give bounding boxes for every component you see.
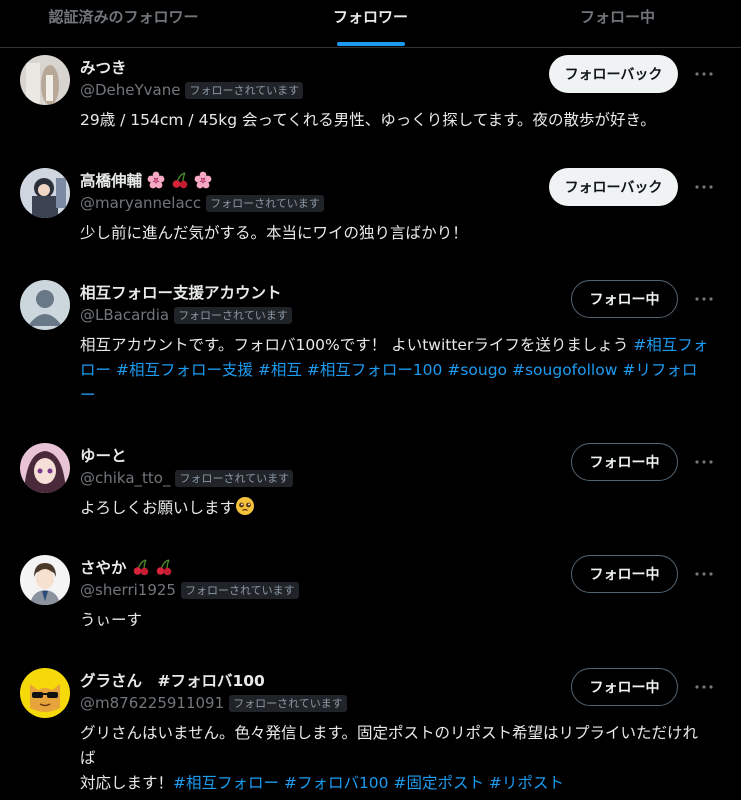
bio-text: 相互アカウントです。フォロバ100%です！ よいtwitterライフを送りましょ… [80,336,629,354]
display-name[interactable]: 高橋伸輔 [80,169,212,193]
follows-you-badge: フォローされています [180,581,299,599]
handle-line: @DeheYvane フォローされています [80,81,304,99]
more-options-icon[interactable] [692,564,716,584]
following-button[interactable]: フォロー中 [571,280,678,318]
user-bio: グリさんはいません。色々発信します。固定ポストのリポスト希望はリプライいただけれ… [80,721,710,796]
hashtag-link[interactable]: #フォロバ100 [284,774,389,792]
more-options-icon[interactable] [692,289,716,309]
pleading-face-icon [235,496,255,524]
tab-label: フォロー中 [579,8,655,26]
display-name-text: さやか [80,559,127,577]
handle-line: @m876225911091 フォローされています [80,694,347,712]
more-options-icon[interactable] [692,452,716,472]
more-options-icon[interactable] [692,64,716,84]
avatar[interactable] [20,555,70,605]
hashtag-link[interactable]: #固定ポスト [393,774,484,792]
bio-text: 対応します！ [80,774,174,792]
display-name[interactable]: 相互フォロー支援アカウント [80,281,282,303]
user-cell[interactable]: ゆーと @chika_tto_ フォローされています フォロー中 よろしくお願い… [0,443,741,523]
avatar[interactable] [20,168,70,218]
user-bio: 少し前に進んだ気がする。本当にワイの独り言ばかり！ [80,224,468,242]
follows-you-badge: フォローされています [206,194,324,212]
hashtag-link[interactable]: #sougofollow [512,361,617,379]
display-name[interactable]: ゆーと [80,444,127,466]
avatar[interactable] [20,55,70,105]
more-options-icon[interactable] [692,177,716,197]
avatar[interactable] [20,443,70,493]
hashtag-link[interactable]: #相互 [258,361,302,379]
hashtag-link[interactable]: #相互フォロー [173,774,279,792]
following-button[interactable]: フォロー中 [571,668,678,706]
user-cell[interactable]: みつき @DeheYvane フォローされています フォローバック 29歳 / … [0,55,741,150]
bio-text: よろしくお願いします [80,499,236,517]
handle-line: @chika_tto_ フォローされています [80,469,294,487]
follow-back-button[interactable]: フォローバック [549,168,678,206]
avatar[interactable] [20,668,70,718]
user-cell[interactable]: 高橋伸輔 @maryannelacc フォローされています フォローバック 少し… [0,168,741,248]
display-name-text: 高橋伸輔 [80,172,143,190]
handle-line: @maryannelacc フォローされています [80,194,324,212]
follow-back-button[interactable]: フォローバック [549,55,678,93]
user-cell[interactable]: 相互フォロー支援アカウント @LBacardia フォローされています フォロー… [0,280,741,410]
avatar[interactable] [20,280,70,330]
user-bio: うぃーす [80,611,143,629]
cherry-icon [155,558,173,580]
user-bio: よろしくお願いします [80,496,710,524]
user-handle[interactable]: @LBacardia [80,306,169,324]
follows-you-badge: フォローされています [175,469,294,487]
user-handle[interactable]: @chika_tto_ [80,469,170,487]
follows-you-badge: フォローされています [229,694,347,712]
sakura-icon [147,171,165,193]
tab-followers[interactable]: フォロワー [247,0,494,47]
display-name[interactable]: グラさん #フォロバ100 [80,669,265,691]
active-tab-indicator [336,42,405,46]
cherry-icon [171,171,189,193]
follows-you-badge: フォローされています [185,81,304,99]
follows-you-badge: フォローされています [174,306,292,324]
cherry-icon [132,558,150,580]
user-handle[interactable]: @maryannelacc [80,194,201,212]
user-handle[interactable]: @DeheYvane [80,81,180,99]
hashtag-link[interactable]: #sougo [447,361,507,379]
sakura-icon [194,171,212,193]
display-name[interactable]: みつき [80,56,127,78]
handle-line: @sherri1925 フォローされています [80,581,299,599]
user-cell[interactable]: さやか @sherri1925 フォローされています フォロー中 うぃーす [0,555,741,635]
following-button[interactable]: フォロー中 [571,555,678,593]
tab-label: フォロワー [332,8,408,26]
tab-following[interactable]: フォロー中 [494,0,741,47]
user-handle[interactable]: @m876225911091 [80,694,224,712]
user-handle[interactable]: @sherri1925 [80,581,176,599]
tab-verified-followers[interactable]: 認証済みのフォロワー [0,0,247,47]
tab-label: 認証済みのフォロワー [48,8,199,26]
follower-tabs: 認証済みのフォロワー フォロワー フォロー中 [0,0,741,48]
bio-line: 対応します！#相互フォロー #フォロバ100 #固定ポスト #リポスト [80,771,710,796]
following-button[interactable]: フォロー中 [571,443,678,481]
user-cell[interactable]: グラさん #フォロバ100 @m876225911091 フォローされています … [0,668,741,792]
bio-text: グリさんはいません。色々発信します。固定ポストのリポスト希望はリプライいただけれ… [80,724,698,767]
hashtag-link[interactable]: #相互フォロー支援 [116,361,253,379]
hashtag-link[interactable]: #リポスト [489,774,564,792]
display-name[interactable]: さやか [80,556,173,580]
user-bio: 相互アカウントです。フォロバ100%です！ よいtwitterライフを送りましょ… [80,333,710,408]
user-bio: 29歳 / 154cm / 45kg 会ってくれる男性、ゆっくり探してます。夜の… [80,111,656,129]
hashtag-link[interactable]: #相互フォロー100 [307,361,443,379]
more-options-icon[interactable] [692,677,716,697]
handle-line: @LBacardia フォローされています [80,306,292,324]
